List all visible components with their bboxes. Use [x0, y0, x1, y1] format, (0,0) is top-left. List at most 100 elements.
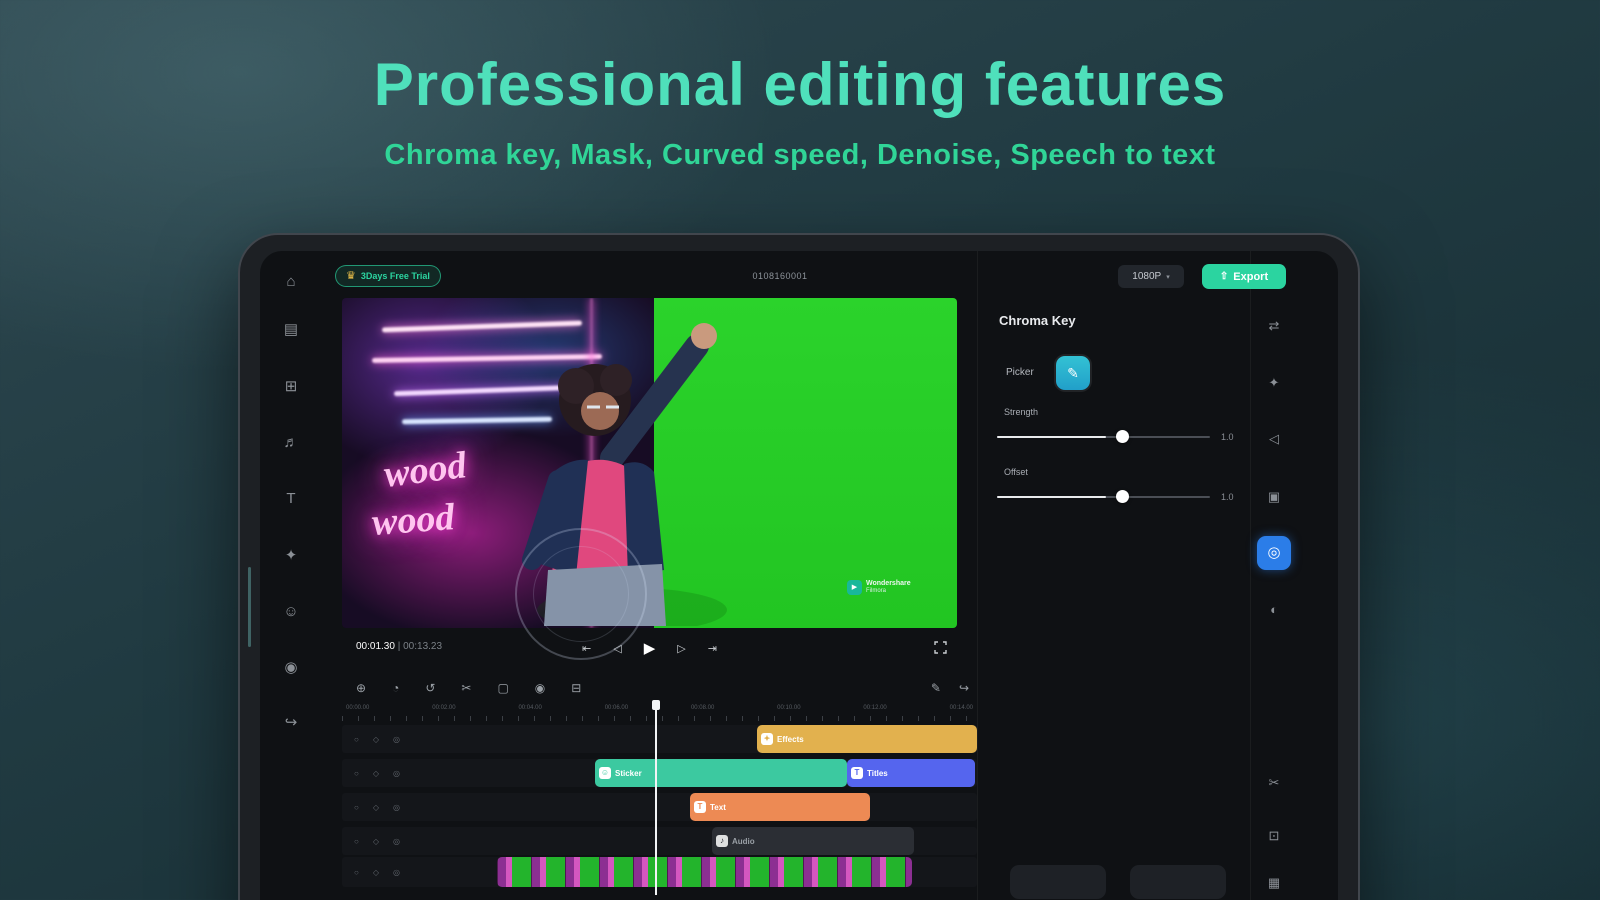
color-picker-button[interactable]: ✎ [1056, 356, 1090, 390]
track-mute-icon[interactable]: ○ [354, 868, 359, 877]
undo-icon[interactable]: ↺ [425, 681, 435, 695]
record-icon[interactable]: ◉ [260, 657, 322, 679]
ruler-label: 00:10.00 [777, 705, 800, 711]
pip-icon[interactable]: ⊡ [1258, 820, 1290, 852]
media-icon[interactable]: ▤ [260, 319, 322, 341]
skip-back-button[interactable]: ⇤ [582, 642, 591, 655]
ruler-label: 00:02.00 [432, 705, 455, 711]
track-hide-icon[interactable]: ◎ [393, 837, 400, 846]
track-mute-icon[interactable]: ○ [354, 837, 359, 846]
mask-icon[interactable]: ◐ [1258, 594, 1290, 626]
picker-label: Picker [1006, 367, 1034, 378]
home-icon[interactable]: ⌂ [260, 271, 322, 293]
track-lock-icon[interactable]: ◇ [373, 868, 379, 877]
export-label: Export [1233, 271, 1268, 283]
music-icon[interactable]: ♬ [260, 432, 322, 454]
ruler-label: 00:08.00 [691, 705, 714, 711]
track-mute-icon[interactable]: ○ [354, 769, 359, 778]
editor-screen: ⌂ ▤ ⊞ ♬ T ✦ ☺ ◉ ↪ ♛ 3Days Free Trial 010… [260, 251, 1338, 900]
skip-forward-button[interactable]: ⇥ [708, 642, 717, 655]
marker-icon[interactable]: ◉ [535, 681, 545, 695]
bottom-action-button[interactable] [1010, 865, 1106, 899]
track-mute-icon[interactable]: ○ [354, 735, 359, 744]
chevron-down-icon: ▾ [1166, 273, 1170, 281]
timeline-clip-sticker[interactable]: ☺ Sticker [595, 759, 847, 787]
grid-icon[interactable]: ▦ [1258, 867, 1290, 899]
page-subtitle: Chroma key, Mask, Curved speed, Denoise,… [0, 139, 1600, 172]
strength-slider[interactable]: 1.0 [997, 429, 1243, 445]
ruler-label: 00:04.00 [518, 705, 541, 711]
import-icon[interactable]: ⊞ [260, 376, 322, 398]
playhead-handle[interactable] [652, 700, 660, 710]
audio-panel-icon[interactable]: ◁ [1258, 423, 1290, 455]
timeline-clip-titles[interactable]: T Titles [847, 759, 975, 787]
adjust-icon[interactable]: ⇄ [1258, 310, 1290, 342]
watermark-line2: Filmora [866, 588, 911, 595]
add-icon[interactable]: ⊕ [356, 681, 366, 695]
text-tool-icon[interactable]: T [260, 488, 322, 510]
track-hide-icon[interactable]: ◎ [393, 803, 400, 812]
share-icon[interactable]: ↪ [959, 681, 969, 695]
effects-clip-icon: ✦ [761, 733, 773, 745]
track-lock-icon[interactable]: ◇ [373, 837, 379, 846]
split-panel-icon[interactable]: ✂ [1258, 767, 1290, 799]
frame-back-button[interactable]: ◁ [613, 642, 621, 655]
export-button[interactable]: ⇧ Export [1202, 264, 1286, 289]
bezel-glint [248, 567, 251, 647]
play-button[interactable]: ▶ [644, 639, 656, 657]
timeline-clip-video[interactable] [497, 857, 912, 887]
sidebar-divider [1250, 251, 1251, 900]
crop-panel-icon[interactable]: ▣ [1258, 481, 1290, 513]
merge-icon[interactable]: ⊟ [571, 681, 581, 695]
share-tool-icon[interactable]: ↪ [260, 712, 322, 734]
chroma-key-icon[interactable]: ◎ [1257, 536, 1291, 570]
track-hide-icon[interactable]: ◎ [393, 769, 400, 778]
offset-slider-handle[interactable] [1116, 490, 1129, 503]
resolution-label: 1080P [1132, 271, 1161, 282]
stickers-icon[interactable]: ☺ [260, 601, 322, 623]
record-voice-icon[interactable]: ◔ [392, 681, 399, 695]
sticker-clip-icon: ☺ [599, 767, 611, 779]
track-lock-icon[interactable]: ◇ [373, 735, 379, 744]
track-hide-icon[interactable]: ◎ [393, 735, 400, 744]
free-trial-badge[interactable]: ♛ 3Days Free Trial [335, 265, 441, 287]
eyedropper-icon: ✎ [1067, 365, 1079, 382]
track-lock-icon[interactable]: ◇ [373, 769, 379, 778]
playhead[interactable] [655, 703, 657, 895]
project-title: 0108160001 [640, 271, 920, 281]
crop-icon[interactable]: ▢ [497, 681, 508, 695]
fullscreen-button[interactable] [934, 641, 947, 654]
offset-slider[interactable]: 1.0 [997, 489, 1243, 505]
export-icon: ⇧ [1220, 271, 1228, 282]
ruler-label: 00:12.00 [863, 705, 886, 711]
split-icon[interactable]: ✂ [461, 681, 471, 695]
bottom-action-button[interactable] [1130, 865, 1226, 899]
track-row: ○ ◇ ◎ [342, 793, 977, 821]
effects-tool-icon[interactable]: ✦ [260, 545, 322, 567]
neon-word: wood [371, 495, 456, 545]
trial-label: 3Days Free Trial [361, 271, 430, 281]
watermark: ▶ Wondershare Filmora [847, 580, 911, 595]
animation-icon[interactable]: ✦ [1258, 367, 1290, 399]
panel-title: Chroma Key [999, 313, 1076, 328]
pen-icon[interactable]: ✎ [931, 681, 941, 695]
track-lock-icon[interactable]: ◇ [373, 803, 379, 812]
track-hide-icon[interactable]: ◎ [393, 868, 400, 877]
timeline-clip-audio[interactable]: ♪ Audio [712, 827, 914, 855]
text-clip-icon: T [694, 801, 706, 813]
frame-forward-button[interactable]: ▷ [677, 642, 685, 655]
resolution-dropdown[interactable]: 1080P ▾ [1118, 265, 1184, 288]
ruler-label: 00:06.00 [605, 705, 628, 711]
crown-icon: ♛ [346, 271, 356, 282]
ruler-ticks [342, 716, 977, 721]
strength-value: 1.0 [1221, 432, 1234, 442]
timeline-clip-text[interactable]: T Text [690, 793, 870, 821]
chroma-key-panel: Chroma Key Picker ✎ Strength 1.0 Offset … [984, 301, 1250, 541]
strength-label: Strength [1004, 407, 1038, 417]
page-title: Professional editing features [0, 50, 1600, 119]
timeline-clip-effects[interactable]: ✦ Effects [757, 725, 977, 753]
track-mute-icon[interactable]: ○ [354, 803, 359, 812]
video-preview: wood wood ▶ W [342, 298, 957, 628]
strength-slider-handle[interactable] [1116, 430, 1129, 443]
watermark-line1: Wondershare [866, 580, 911, 588]
